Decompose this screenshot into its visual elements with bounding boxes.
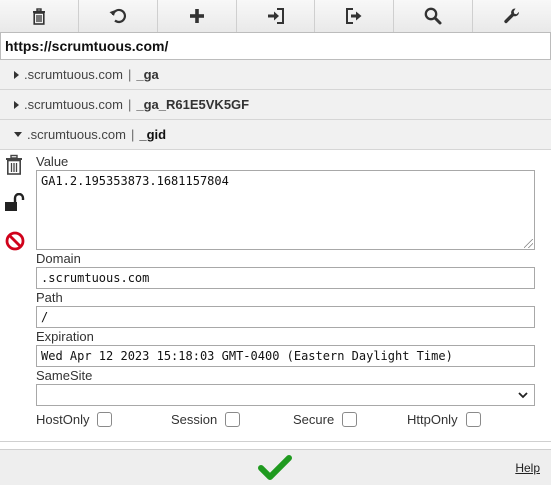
cookie-row-ga[interactable]: .scrumtuous.com | _ga (0, 60, 551, 90)
separator: | (130, 127, 135, 142)
domain-input[interactable]: .scrumtuous.com (36, 267, 535, 289)
trash-icon (32, 8, 45, 25)
path-input[interactable]: / (36, 306, 535, 328)
secure-checkbox[interactable] (342, 412, 358, 427)
cookie-name: _ga_R61E5VK5GF (136, 97, 250, 112)
separator: | (127, 97, 132, 112)
block-cookie-button[interactable] (4, 230, 28, 257)
cookie-domain: .scrumtuous.com (27, 127, 126, 142)
expiration-label: Expiration (36, 329, 94, 344)
cookie-row-ga-r61e5vk5gf[interactable]: .scrumtuous.com | _ga_R61E5VK5GF (0, 90, 551, 120)
http-only-option[interactable]: HttpOnly (407, 412, 481, 427)
domain-label: Domain (36, 251, 81, 266)
expiration-input[interactable]: Wed Apr 12 2023 15:18:03 GMT-0400 (Easte… (36, 345, 535, 367)
cookie-flags: HostOnly Session Secure HttpOnly (36, 412, 536, 432)
search-button[interactable] (394, 0, 474, 32)
value-label: Value (36, 154, 69, 169)
delete-all-button[interactable] (0, 0, 79, 32)
cookie-name: _ga (136, 67, 159, 82)
collapsed-triangle-icon (14, 70, 19, 79)
unlocked-padlock-icon (5, 192, 25, 211)
undo-icon (109, 8, 126, 24)
no-entry-icon (5, 231, 25, 251)
session-option[interactable]: Session (171, 412, 241, 427)
import-icon (267, 8, 284, 24)
footer: Help (0, 449, 551, 485)
url-field[interactable]: https://scrumtuous.com/ (0, 32, 551, 60)
samesite-select[interactable] (36, 384, 535, 406)
import-button[interactable] (236, 0, 316, 32)
export-button[interactable] (315, 0, 395, 32)
path-label: Path (36, 290, 63, 305)
cookie-name: _gid (139, 127, 167, 142)
reset-button[interactable] (78, 0, 158, 32)
samesite-label: SameSite (36, 368, 93, 383)
value-textarea[interactable]: GA1.2.195353873.1681157804 (36, 170, 535, 250)
chevron-down-icon (518, 392, 528, 399)
checkmark-icon (258, 455, 292, 480)
host-only-checkbox[interactable] (97, 412, 113, 427)
add-cookie-button[interactable] (157, 0, 237, 32)
cookie-domain: .scrumtuous.com (24, 67, 123, 82)
expanded-triangle-icon (14, 132, 22, 137)
host-only-label: HostOnly (36, 412, 90, 427)
secure-label: Secure (293, 412, 335, 427)
search-icon (424, 7, 442, 25)
cookie-detail-panel: Value GA1.2.195353873.1681157804 Domain … (0, 150, 551, 442)
http-only-label: HttpOnly (407, 412, 458, 427)
secure-option[interactable]: Secure (293, 412, 358, 427)
separator: | (127, 67, 132, 82)
session-label: Session (171, 412, 218, 427)
protect-cookie-button[interactable] (4, 192, 28, 218)
cookie-actions (4, 154, 28, 269)
help-link[interactable]: Help (515, 461, 540, 475)
plus-icon (189, 9, 204, 23)
toolbar (0, 0, 551, 32)
save-button[interactable] (258, 454, 292, 487)
cookie-domain: .scrumtuous.com (24, 97, 123, 112)
session-checkbox[interactable] (225, 412, 241, 427)
value-text: GA1.2.195353873.1681157804 (41, 174, 229, 188)
delete-cookie-button[interactable] (4, 154, 28, 181)
wrench-icon (504, 8, 519, 24)
collapsed-triangle-icon (14, 100, 19, 109)
http-only-checkbox[interactable] (465, 412, 481, 427)
host-only-option[interactable]: HostOnly (36, 412, 113, 427)
trash-icon (6, 154, 22, 175)
resize-grip-icon[interactable] (524, 239, 533, 248)
export-icon (346, 8, 362, 24)
options-button[interactable] (473, 0, 551, 32)
cookie-row-gid[interactable]: .scrumtuous.com | _gid (0, 120, 551, 150)
